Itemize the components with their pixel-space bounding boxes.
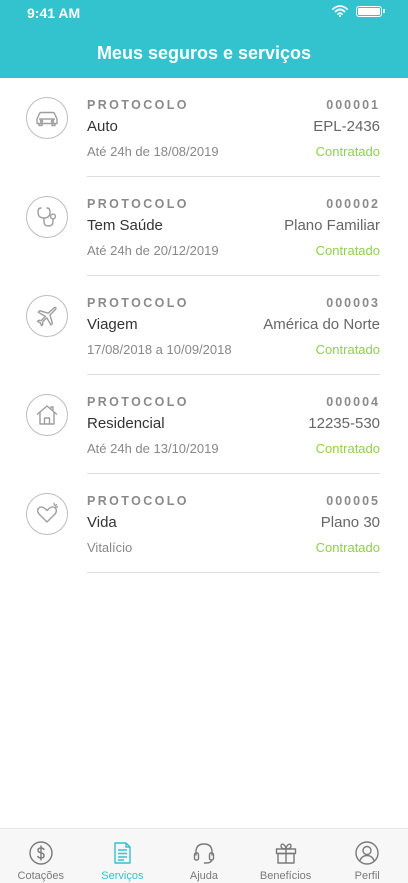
- protocol-label: PROTOCOLO: [87, 197, 189, 211]
- protocol-number: 000005: [326, 494, 380, 508]
- gift-icon: [275, 843, 296, 864]
- service-name: Vida: [87, 514, 117, 531]
- protocol-number: 000002: [326, 197, 380, 211]
- protocol-label: PROTOCOLO: [87, 98, 189, 112]
- status-time: 9:41 AM: [27, 5, 81, 21]
- service-validity: Até 24h de 13/10/2019: [87, 441, 219, 456]
- protocol-label: PROTOCOLO: [87, 395, 189, 409]
- service-item-residencial[interactable]: PROTOCOLO 000004 Residencial 12235-530 A…: [0, 375, 408, 474]
- tab-cotacoes[interactable]: Cotações: [0, 829, 82, 883]
- protocol-number: 000003: [326, 296, 380, 310]
- page-title: Meus seguros e serviços: [96, 43, 312, 63]
- service-name: Residencial: [87, 415, 165, 432]
- service-name: Tem Saúde: [87, 217, 163, 234]
- app-header: 9:41 AM Meus seguros e serviços: [0, 0, 408, 78]
- status-badge: Contratado: [315, 243, 380, 258]
- service-validity: Vitalício: [87, 540, 133, 555]
- service-validity: 17/08/2018 a 10/09/2018: [87, 342, 232, 357]
- service-validity: Até 24h de 20/12/2019: [87, 243, 219, 258]
- service-detail: Plano 30: [320, 514, 380, 531]
- dollar-coin-icon: [29, 841, 53, 865]
- user-icon: [355, 841, 379, 865]
- battery-icon: [356, 5, 385, 17]
- car-icon: [26, 97, 68, 139]
- status-badge: Contratado: [315, 441, 380, 456]
- service-name: Viagem: [87, 316, 138, 333]
- divider: [87, 572, 380, 573]
- service-item-auto[interactable]: PROTOCOLO 000001 Auto EPL-2436 Até 24h d…: [0, 78, 408, 177]
- protocol-label: PROTOCOLO: [87, 296, 189, 310]
- protocol-number: 000004: [326, 395, 380, 409]
- service-detail: Plano Familiar: [284, 217, 380, 234]
- status-indicators: [332, 5, 385, 17]
- tab-perfil[interactable]: Perfil: [326, 829, 408, 883]
- tab-beneficios[interactable]: Benefícios: [245, 829, 327, 883]
- services-list: PROTOCOLO 000001 Auto EPL-2436 Até 24h d…: [0, 78, 408, 573]
- service-validity: Até 24h de 18/08/2019: [87, 144, 219, 159]
- tab-bar: Cotações Serviços Ajuda Benefícios Perfi…: [0, 828, 408, 883]
- tab-ajuda[interactable]: Ajuda: [163, 829, 245, 883]
- stethoscope-icon: [26, 196, 68, 238]
- tab-label: Perfil: [354, 870, 380, 882]
- service-item-vida[interactable]: PROTOCOLO 000005 Vida Plano 30 Vitalício…: [0, 474, 408, 573]
- service-detail: EPL-2436: [313, 118, 380, 135]
- headset-icon: [193, 843, 215, 864]
- status-badge: Contratado: [315, 540, 380, 555]
- service-item-viagem[interactable]: PROTOCOLO 000003 Viagem América do Norte…: [0, 276, 408, 375]
- tab-label: Serviços: [101, 870, 144, 882]
- house-icon: [26, 394, 68, 436]
- service-name: Auto: [87, 118, 118, 135]
- tab-label: Ajuda: [189, 870, 219, 882]
- document-icon: [114, 842, 132, 864]
- heart-icon: [26, 493, 68, 535]
- wifi-icon: [332, 5, 348, 17]
- service-detail: América do Norte: [263, 316, 380, 333]
- service-detail: 12235-530: [308, 415, 380, 432]
- tab-label: Cotações: [17, 870, 65, 882]
- tab-servicos[interactable]: Serviços: [82, 829, 164, 883]
- tab-label: Benefícios: [259, 870, 312, 882]
- service-item-tem-saude[interactable]: PROTOCOLO 000002 Tem Saúde Plano Familia…: [0, 177, 408, 276]
- airplane-icon: [26, 295, 68, 337]
- protocol-label: PROTOCOLO: [87, 494, 189, 508]
- status-badge: Contratado: [315, 342, 380, 357]
- status-badge: Contratado: [315, 144, 380, 159]
- protocol-number: 000001: [326, 98, 380, 112]
